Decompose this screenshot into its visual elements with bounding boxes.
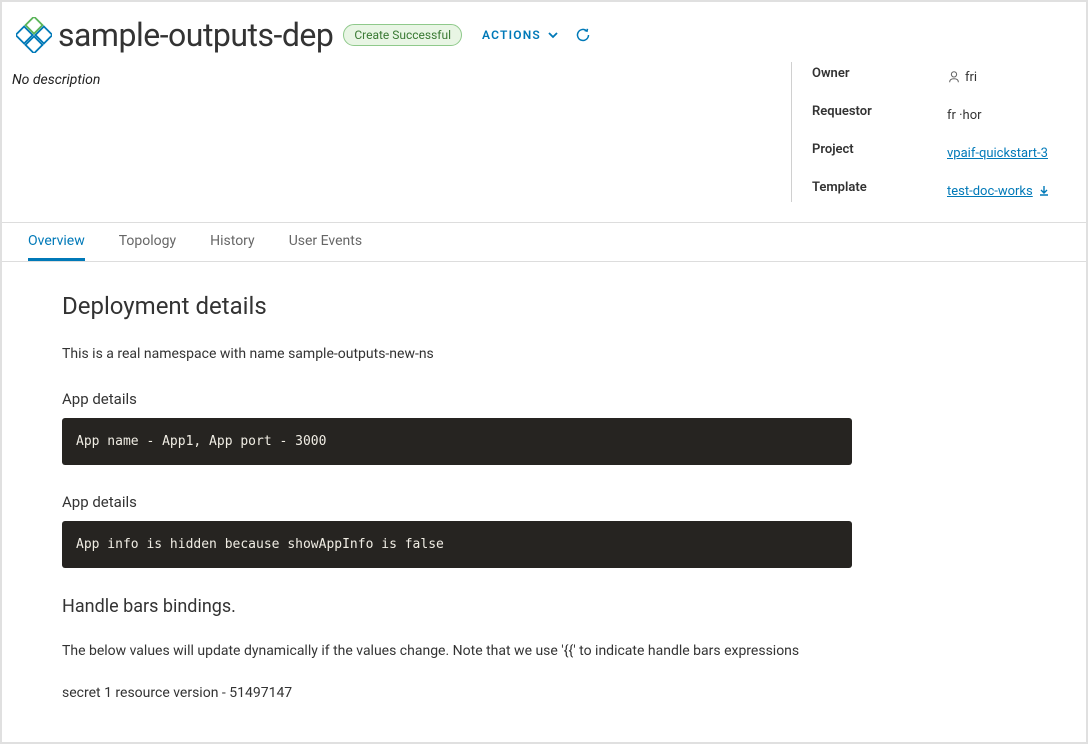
app-details-heading-1: App details [62, 390, 1026, 408]
project-label: Project [812, 142, 947, 164]
requestor-label: Requestor [812, 104, 947, 126]
template-label: Template [812, 180, 947, 202]
page-title: sample-outputs-dep [58, 16, 333, 54]
header-bar: sample-outputs-dep Create Successful ACT… [2, 2, 1086, 62]
refresh-icon[interactable] [575, 27, 591, 43]
namespace-text: This is a real namespace with name sampl… [62, 346, 1026, 362]
download-icon[interactable] [1037, 184, 1051, 198]
content-area: Deployment details This is a real namesp… [2, 262, 1086, 731]
template-link[interactable]: test-doc-works [947, 184, 1033, 199]
app-logo-icon [16, 17, 52, 53]
owner-value: fri [947, 66, 1072, 88]
tab-topology[interactable]: Topology [119, 223, 176, 261]
actions-label: ACTIONS [482, 28, 541, 42]
sub-header: No description Owner fri Requestor fr ·h… [2, 62, 1086, 222]
meta-table: Owner fri Requestor fr ·hor Project vpai… [812, 62, 1072, 202]
code-block-1: App name - App1, App port - 3000 [62, 418, 852, 465]
tab-overview[interactable]: Overview [28, 223, 85, 261]
app-details-heading-2: App details [62, 493, 1026, 511]
actions-dropdown-button[interactable]: ACTIONS [482, 28, 559, 42]
requestor-value: fr ·hor [947, 104, 1072, 126]
meta-divider [791, 62, 792, 202]
tab-history[interactable]: History [210, 223, 255, 261]
status-badge: Create Successful [343, 24, 462, 46]
handlebars-title: Handle bars bindings. [62, 596, 1026, 617]
owner-label: Owner [812, 66, 947, 88]
user-icon [947, 70, 961, 84]
owner-value-text: fri [965, 70, 977, 85]
handlebars-description: The below values will update dynamically… [62, 643, 1026, 659]
tabs-bar: Overview Topology History User Events [2, 222, 1086, 262]
chevron-down-icon [547, 29, 559, 41]
project-link[interactable]: vpaif-quickstart-3 [947, 146, 1048, 161]
description-text: No description [12, 62, 100, 88]
tab-user-events[interactable]: User Events [289, 223, 362, 261]
code-block-2: App info is hidden because showAppInfo i… [62, 521, 852, 568]
section-title: Deployment details [62, 292, 1026, 320]
secret-line: secret 1 resource version - 51497147 [62, 685, 1026, 701]
